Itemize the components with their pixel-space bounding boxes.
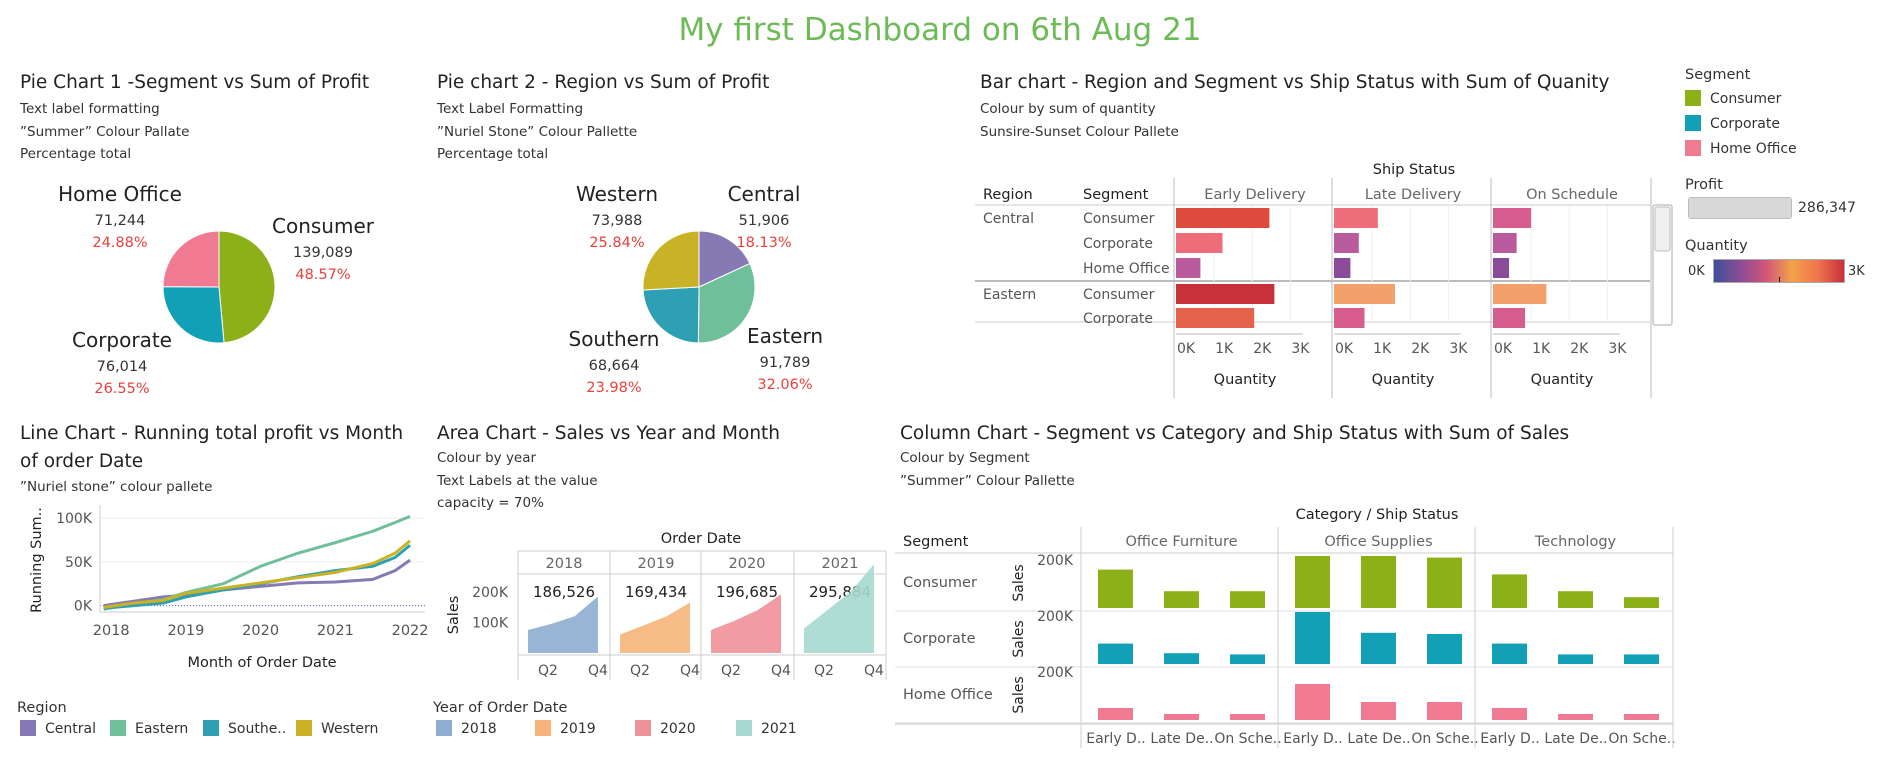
- column-x-tick: Late De..: [1150, 731, 1213, 747]
- region-legend-item[interactable]: Central: [20, 720, 96, 737]
- column-segment-label: Corporate: [903, 631, 976, 647]
- column-category-header: Technology: [1534, 534, 1617, 550]
- column-bar: [1295, 612, 1330, 664]
- column-column-header: Category / Ship Status: [1296, 507, 1459, 523]
- column-y-axis-label: Sales: [1011, 564, 1027, 601]
- column-bar: [1558, 714, 1593, 720]
- year-2019-swatch: [535, 720, 551, 736]
- year-legend-title: Year of Order Date: [433, 700, 568, 716]
- year-legend-item[interactable]: 2020: [635, 720, 696, 737]
- region-legend-item[interactable]: Southe..: [203, 720, 286, 737]
- column-bar: [1427, 702, 1462, 720]
- column-bar: [1427, 557, 1462, 608]
- column-bar: [1558, 654, 1593, 664]
- column-category-header: Office Furniture: [1125, 534, 1237, 550]
- column-bar: [1361, 556, 1396, 608]
- column-bar: [1361, 632, 1396, 664]
- central-swatch: [20, 720, 36, 736]
- eastern-swatch: [110, 720, 126, 736]
- year-2021-swatch: [736, 720, 752, 736]
- column-segment-label: Consumer: [903, 575, 977, 591]
- column-row-header: Segment: [903, 534, 969, 550]
- column-x-tick: Late De..: [1347, 731, 1410, 747]
- column-bar: [1230, 714, 1265, 720]
- year-legend-item[interactable]: 2018: [436, 720, 497, 737]
- column-x-tick: On Sche..: [1608, 731, 1675, 747]
- column-category-header: Office Supplies: [1324, 534, 1432, 550]
- column-bar: [1098, 643, 1133, 664]
- column-bar: [1164, 591, 1199, 608]
- column-bar: [1098, 569, 1133, 608]
- column-bar: [1492, 708, 1527, 720]
- column-bar: [1361, 702, 1396, 720]
- region-legend-item[interactable]: Western: [296, 720, 378, 737]
- column-bar: [1164, 714, 1199, 720]
- column-bar: [1295, 556, 1330, 608]
- column-bar: [1624, 597, 1659, 608]
- column-y-axis-label: Sales: [1011, 676, 1027, 713]
- column-chart: Category / Ship Status Segment Office Furn…: [895, 507, 1676, 748]
- column-segment-label: Home Office: [903, 687, 993, 703]
- southern-swatch: [203, 720, 219, 736]
- column-bar: [1230, 591, 1265, 608]
- column-y-tick: 200K: [1037, 553, 1074, 569]
- column-y-axis-label: Sales: [1011, 620, 1027, 657]
- column-y-tick: 200K: [1037, 665, 1074, 681]
- year-legend-item[interactable]: 2021: [736, 720, 797, 737]
- column-x-tick: On Sche..: [1214, 731, 1281, 747]
- column-x-tick: Late De..: [1544, 731, 1607, 747]
- column-bar: [1624, 714, 1659, 720]
- column-x-tick: Early D..: [1283, 731, 1343, 747]
- column-bar: [1098, 708, 1133, 720]
- year-2018-swatch: [436, 720, 452, 736]
- column-bar: [1492, 574, 1527, 608]
- column-bar: [1295, 684, 1330, 720]
- column-y-tick: 200K: [1037, 609, 1074, 625]
- column-bar: [1492, 643, 1527, 664]
- western-swatch: [296, 720, 312, 736]
- column-bar: [1164, 653, 1199, 664]
- region-legend-title: Region: [17, 700, 67, 716]
- column-bar: [1427, 634, 1462, 664]
- year-legend-item[interactable]: 2019: [535, 720, 596, 737]
- column-x-tick: Early D..: [1480, 731, 1540, 747]
- column-x-tick: Early D..: [1086, 731, 1146, 747]
- column-bar: [1230, 654, 1265, 664]
- column-x-tick: On Sche..: [1411, 731, 1478, 747]
- region-legend-item[interactable]: Eastern: [110, 720, 188, 737]
- column-bar: [1558, 591, 1593, 608]
- column-bar: [1624, 654, 1659, 664]
- year-2020-swatch: [635, 720, 651, 736]
